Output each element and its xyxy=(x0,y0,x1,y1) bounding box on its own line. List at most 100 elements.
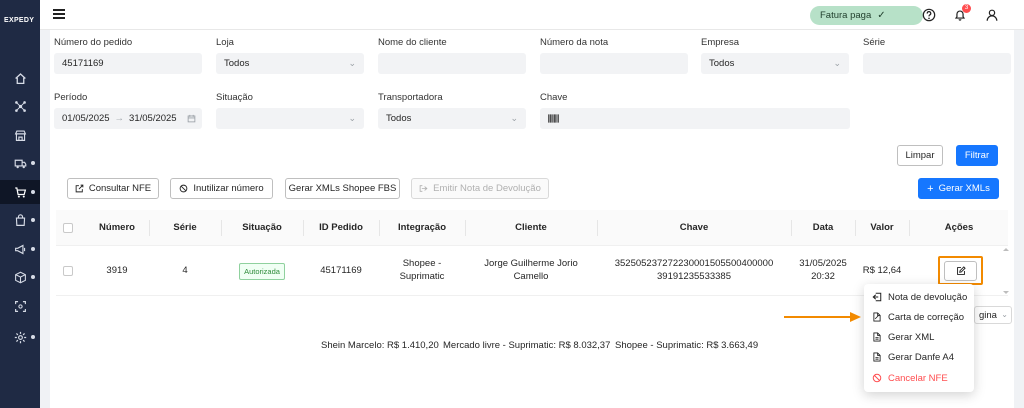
sidebar-item-home[interactable] xyxy=(0,66,40,90)
table-scrollbar[interactable] xyxy=(1002,246,1010,296)
void-number-label: Inutilizar número xyxy=(193,183,264,194)
cell-data: 31/05/2025 20:32 xyxy=(792,257,854,283)
submenu-dot xyxy=(31,190,35,194)
cell-serie: 4 xyxy=(182,265,188,276)
chevron-down-icon: ⌄ xyxy=(1001,310,1008,319)
menu-item-cancel-nfe[interactable]: Cancelar NFE xyxy=(864,368,974,388)
file-edit-icon xyxy=(873,312,881,322)
row-actions-button[interactable] xyxy=(944,261,977,281)
column-header-cliente[interactable]: Cliente xyxy=(466,222,596,233)
store-select[interactable]: Todos ⌄ xyxy=(216,53,364,74)
integracao-line-1: Shopee - xyxy=(402,258,442,269)
cell-integracao: Shopee - Suprimatic xyxy=(380,257,464,283)
cell-situacao: Autorizada xyxy=(222,263,302,280)
edit-icon xyxy=(956,266,966,275)
status-label: Situação xyxy=(216,92,253,103)
column-header-valor[interactable]: Valor xyxy=(856,222,908,233)
column-header-id-pedido[interactable]: ID Pedido xyxy=(304,222,378,233)
menu-item-label: Carta de correção xyxy=(888,311,965,323)
cart-icon xyxy=(14,186,26,198)
menu-item-generate-xml[interactable]: Gerar XML xyxy=(864,327,974,347)
filter-button[interactable]: Filtrar xyxy=(956,145,998,166)
menu-toggle-icon[interactable] xyxy=(53,9,65,19)
consult-nfe-label: Consultar NFE xyxy=(88,183,152,194)
menu-item-label: Nota de devolução xyxy=(888,291,968,303)
sidebar-item-settings[interactable] xyxy=(0,325,40,349)
column-header-situacao[interactable]: Situação xyxy=(222,222,302,233)
company-value: Todos xyxy=(709,58,735,69)
invoice-number-input[interactable] xyxy=(540,53,688,74)
period-label: Período xyxy=(54,92,88,103)
column-header-chave[interactable]: Chave xyxy=(598,222,790,233)
network-icon xyxy=(14,100,26,112)
series-input[interactable] xyxy=(863,53,1011,74)
order-number-label: Número do pedido xyxy=(54,37,133,48)
sidebar: EXPEDY xyxy=(0,0,40,408)
block-icon xyxy=(180,184,188,193)
generate-xmls-button[interactable]: + Gerar XMLs xyxy=(918,178,999,199)
company-select[interactable]: Todos ⌄ xyxy=(701,53,849,74)
store-icon xyxy=(14,129,26,141)
column-header-serie[interactable]: Série xyxy=(150,222,220,233)
key-label: Chave xyxy=(540,92,568,103)
sidebar-item-store[interactable] xyxy=(0,123,40,147)
barcode-icon xyxy=(548,114,559,123)
status-tag: Autorizada xyxy=(239,263,285,280)
submenu-dot xyxy=(31,161,35,165)
row-checkbox[interactable] xyxy=(63,266,73,276)
customer-name-input[interactable] xyxy=(378,53,526,74)
issue-return-note-button[interactable]: Emitir Nota de Devolução xyxy=(411,178,549,199)
store-label: Loja xyxy=(216,37,234,48)
file-text-icon xyxy=(873,352,881,362)
key-input[interactable] xyxy=(540,108,850,129)
carrier-select[interactable]: Todos ⌄ xyxy=(378,108,526,129)
customer-name-label: Nome do cliente xyxy=(378,37,447,48)
order-number-input[interactable]: 45171169 xyxy=(54,53,202,74)
column-header-integracao[interactable]: Integração xyxy=(380,222,464,233)
order-number-value: 45171169 xyxy=(62,58,104,69)
menu-item-return-note[interactable]: Nota de devolução xyxy=(864,287,974,307)
sidebar-item-shopping[interactable] xyxy=(0,208,40,232)
carrier-label: Transportadora xyxy=(378,92,443,103)
cell-chave: 352505237272230001505500400000 391912355… xyxy=(598,257,790,283)
truck-icon xyxy=(14,159,26,168)
calendar-icon xyxy=(187,114,196,123)
column-header-numero[interactable]: Número xyxy=(86,222,148,233)
total-shopee: Shopee - Suprimatic: R$ 3.663,49 xyxy=(615,340,759,351)
clear-button[interactable]: Limpar xyxy=(897,145,943,166)
status-select[interactable]: ⌄ xyxy=(216,108,364,129)
user-icon[interactable] xyxy=(985,8,999,22)
chevron-down-icon: ⌄ xyxy=(348,113,356,123)
period-to[interactable]: 31/05/2025 xyxy=(129,113,177,124)
menu-item-label: Gerar Danfe A4 xyxy=(888,351,955,363)
void-number-button[interactable]: Inutilizar número xyxy=(170,178,273,199)
select-all-checkbox[interactable] xyxy=(63,223,73,233)
sidebar-item-scanner[interactable] xyxy=(0,294,40,318)
sidebar-item-sales[interactable] xyxy=(0,180,40,204)
table-header: Número Série Situação ID Pedido Integraç… xyxy=(56,210,1008,246)
invoice-number-label: Número da nota xyxy=(540,37,609,48)
chave-line-1: 352505237272230001505500400000 xyxy=(614,258,774,269)
invoice-status-badge[interactable]: Fatura paga ✓ xyxy=(810,6,923,25)
arrow-right-icon: → xyxy=(114,113,125,124)
column-header-data[interactable]: Data xyxy=(792,222,854,233)
menu-item-correction-letter[interactable]: Carta de correção xyxy=(864,307,974,327)
consult-nfe-button[interactable]: Consultar NFE xyxy=(67,178,159,199)
period-from[interactable]: 01/05/2025 xyxy=(62,113,110,124)
sidebar-item-integrations[interactable] xyxy=(0,94,40,118)
sidebar-item-marketing[interactable] xyxy=(0,237,40,261)
sidebar-item-shipping[interactable] xyxy=(0,151,40,175)
home-icon xyxy=(14,72,26,84)
period-range-picker[interactable]: 01/05/2025 → 31/05/2025 xyxy=(54,108,202,129)
help-icon[interactable] xyxy=(922,8,936,22)
generate-xmls-label: Gerar XMLs xyxy=(938,183,990,194)
column-header-acoes[interactable]: Ações xyxy=(910,222,1008,233)
sidebar-item-products[interactable] xyxy=(0,265,40,289)
menu-item-generate-danfe[interactable]: Gerar Danfe A4 xyxy=(864,347,974,367)
box-icon xyxy=(14,271,26,283)
check-icon: ✓ xyxy=(877,10,886,21)
generate-shopee-xml-button[interactable]: Gerar XMLs Shopee FBS xyxy=(285,178,400,199)
page-size-select[interactable]: gina ⌄ xyxy=(974,306,1012,324)
notification-count-badge: 3 xyxy=(962,4,971,13)
scan-icon xyxy=(14,300,26,312)
